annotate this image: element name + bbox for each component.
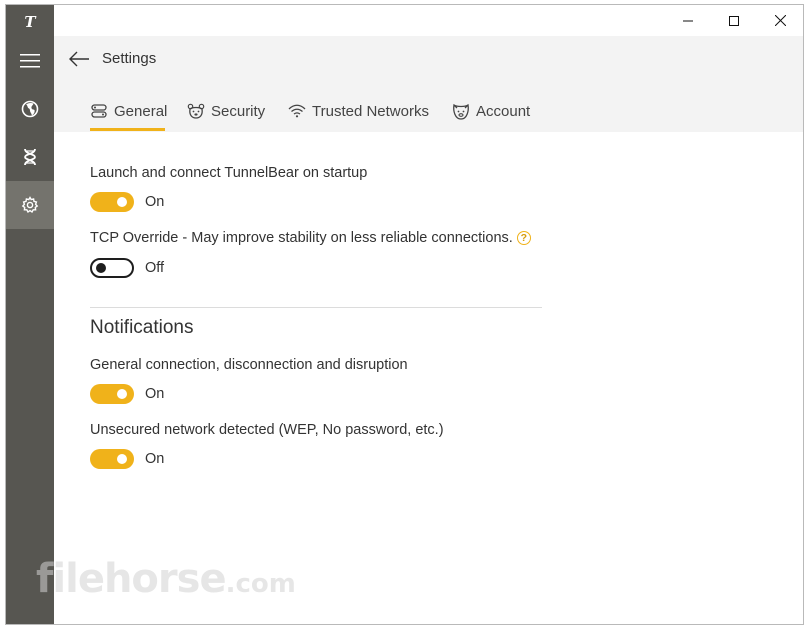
toggle-knob — [96, 263, 106, 273]
tab-general-label: General — [114, 102, 168, 120]
gear-icon — [21, 196, 39, 214]
minimize-icon — [683, 20, 693, 21]
toggle-knob — [117, 454, 127, 464]
launch-setting-label: Launch and connect TunnelBear on startup — [90, 165, 368, 181]
wifi-icon — [288, 102, 306, 120]
menu-button[interactable] — [6, 37, 54, 85]
general-notification-state: On — [145, 386, 165, 402]
sidebar-item-locations[interactable] — [6, 85, 54, 133]
globe-icon — [21, 100, 39, 118]
tcp-setting-label-row: TCP Override - May improve stability on … — [90, 230, 531, 246]
bear-face-icon — [452, 102, 470, 120]
close-icon — [774, 15, 786, 26]
launch-toggle[interactable] — [90, 192, 134, 212]
unsecured-network-toggle[interactable] — [90, 449, 134, 469]
app-window: T Settings General Security Trusted Netw… — [5, 4, 804, 625]
main-panel: Settings General Security Trusted Networ… — [54, 5, 803, 624]
tcp-toggle[interactable] — [90, 258, 134, 278]
tcp-toggle-state: Off — [145, 260, 165, 276]
general-icon — [90, 102, 108, 120]
unsecured-network-state: On — [145, 451, 165, 467]
tcp-setting-row: Off — [90, 258, 164, 278]
sidebar: T — [6, 5, 54, 624]
tab-security-label: Security — [211, 102, 266, 120]
toggle-knob — [117, 389, 127, 399]
maximize-button[interactable] — [711, 5, 757, 36]
close-button[interactable] — [757, 5, 803, 36]
bear-icon — [187, 102, 205, 120]
section-divider — [90, 307, 542, 308]
unsecured-network-label: Unsecured network detected (WEP, No pass… — [90, 422, 444, 438]
tab-trusted-label: Trusted Networks — [312, 102, 429, 120]
watermark-text: filehorse — [36, 556, 227, 602]
page-title: Settings — [102, 50, 157, 67]
dna-icon — [24, 148, 36, 166]
tunnelbear-logo: T — [6, 5, 54, 39]
general-notification-toggle[interactable] — [90, 384, 134, 404]
sidebar-item-settings[interactable] — [6, 181, 54, 229]
general-notification-row: On — [90, 384, 164, 404]
launch-setting-row: On — [90, 192, 164, 212]
watermark-suffix: .com — [225, 569, 296, 599]
toggle-knob — [117, 197, 127, 207]
active-tab-indicator — [90, 128, 165, 131]
unsecured-network-row: On — [90, 449, 164, 469]
filehorse-watermark: filehorse.com — [36, 556, 296, 602]
tcp-setting-label: TCP Override - May improve stability on … — [90, 230, 513, 246]
launch-toggle-state: On — [145, 194, 165, 210]
help-icon[interactable]: ? — [516, 231, 531, 246]
general-notification-label: General connection, disconnection and di… — [90, 357, 408, 373]
title-bar — [54, 5, 803, 36]
tab-trusted-networks[interactable]: Trusted Networks — [288, 100, 429, 122]
tab-account-label: Account — [476, 102, 531, 120]
tab-general[interactable]: General — [90, 100, 167, 122]
logo-text: T — [24, 13, 36, 31]
minimize-button[interactable] — [665, 5, 711, 36]
maximize-icon — [729, 15, 739, 26]
notifications-title: Notifications — [90, 317, 194, 338]
sidebar-item-features[interactable] — [6, 133, 54, 181]
tab-security[interactable]: Security — [187, 100, 265, 122]
hamburger-icon — [20, 54, 40, 68]
tab-account[interactable]: Account — [452, 100, 530, 122]
arrow-left-icon — [69, 51, 89, 67]
settings-header: Settings General Security Trusted Networ… — [54, 36, 803, 132]
back-button[interactable] — [66, 48, 92, 70]
